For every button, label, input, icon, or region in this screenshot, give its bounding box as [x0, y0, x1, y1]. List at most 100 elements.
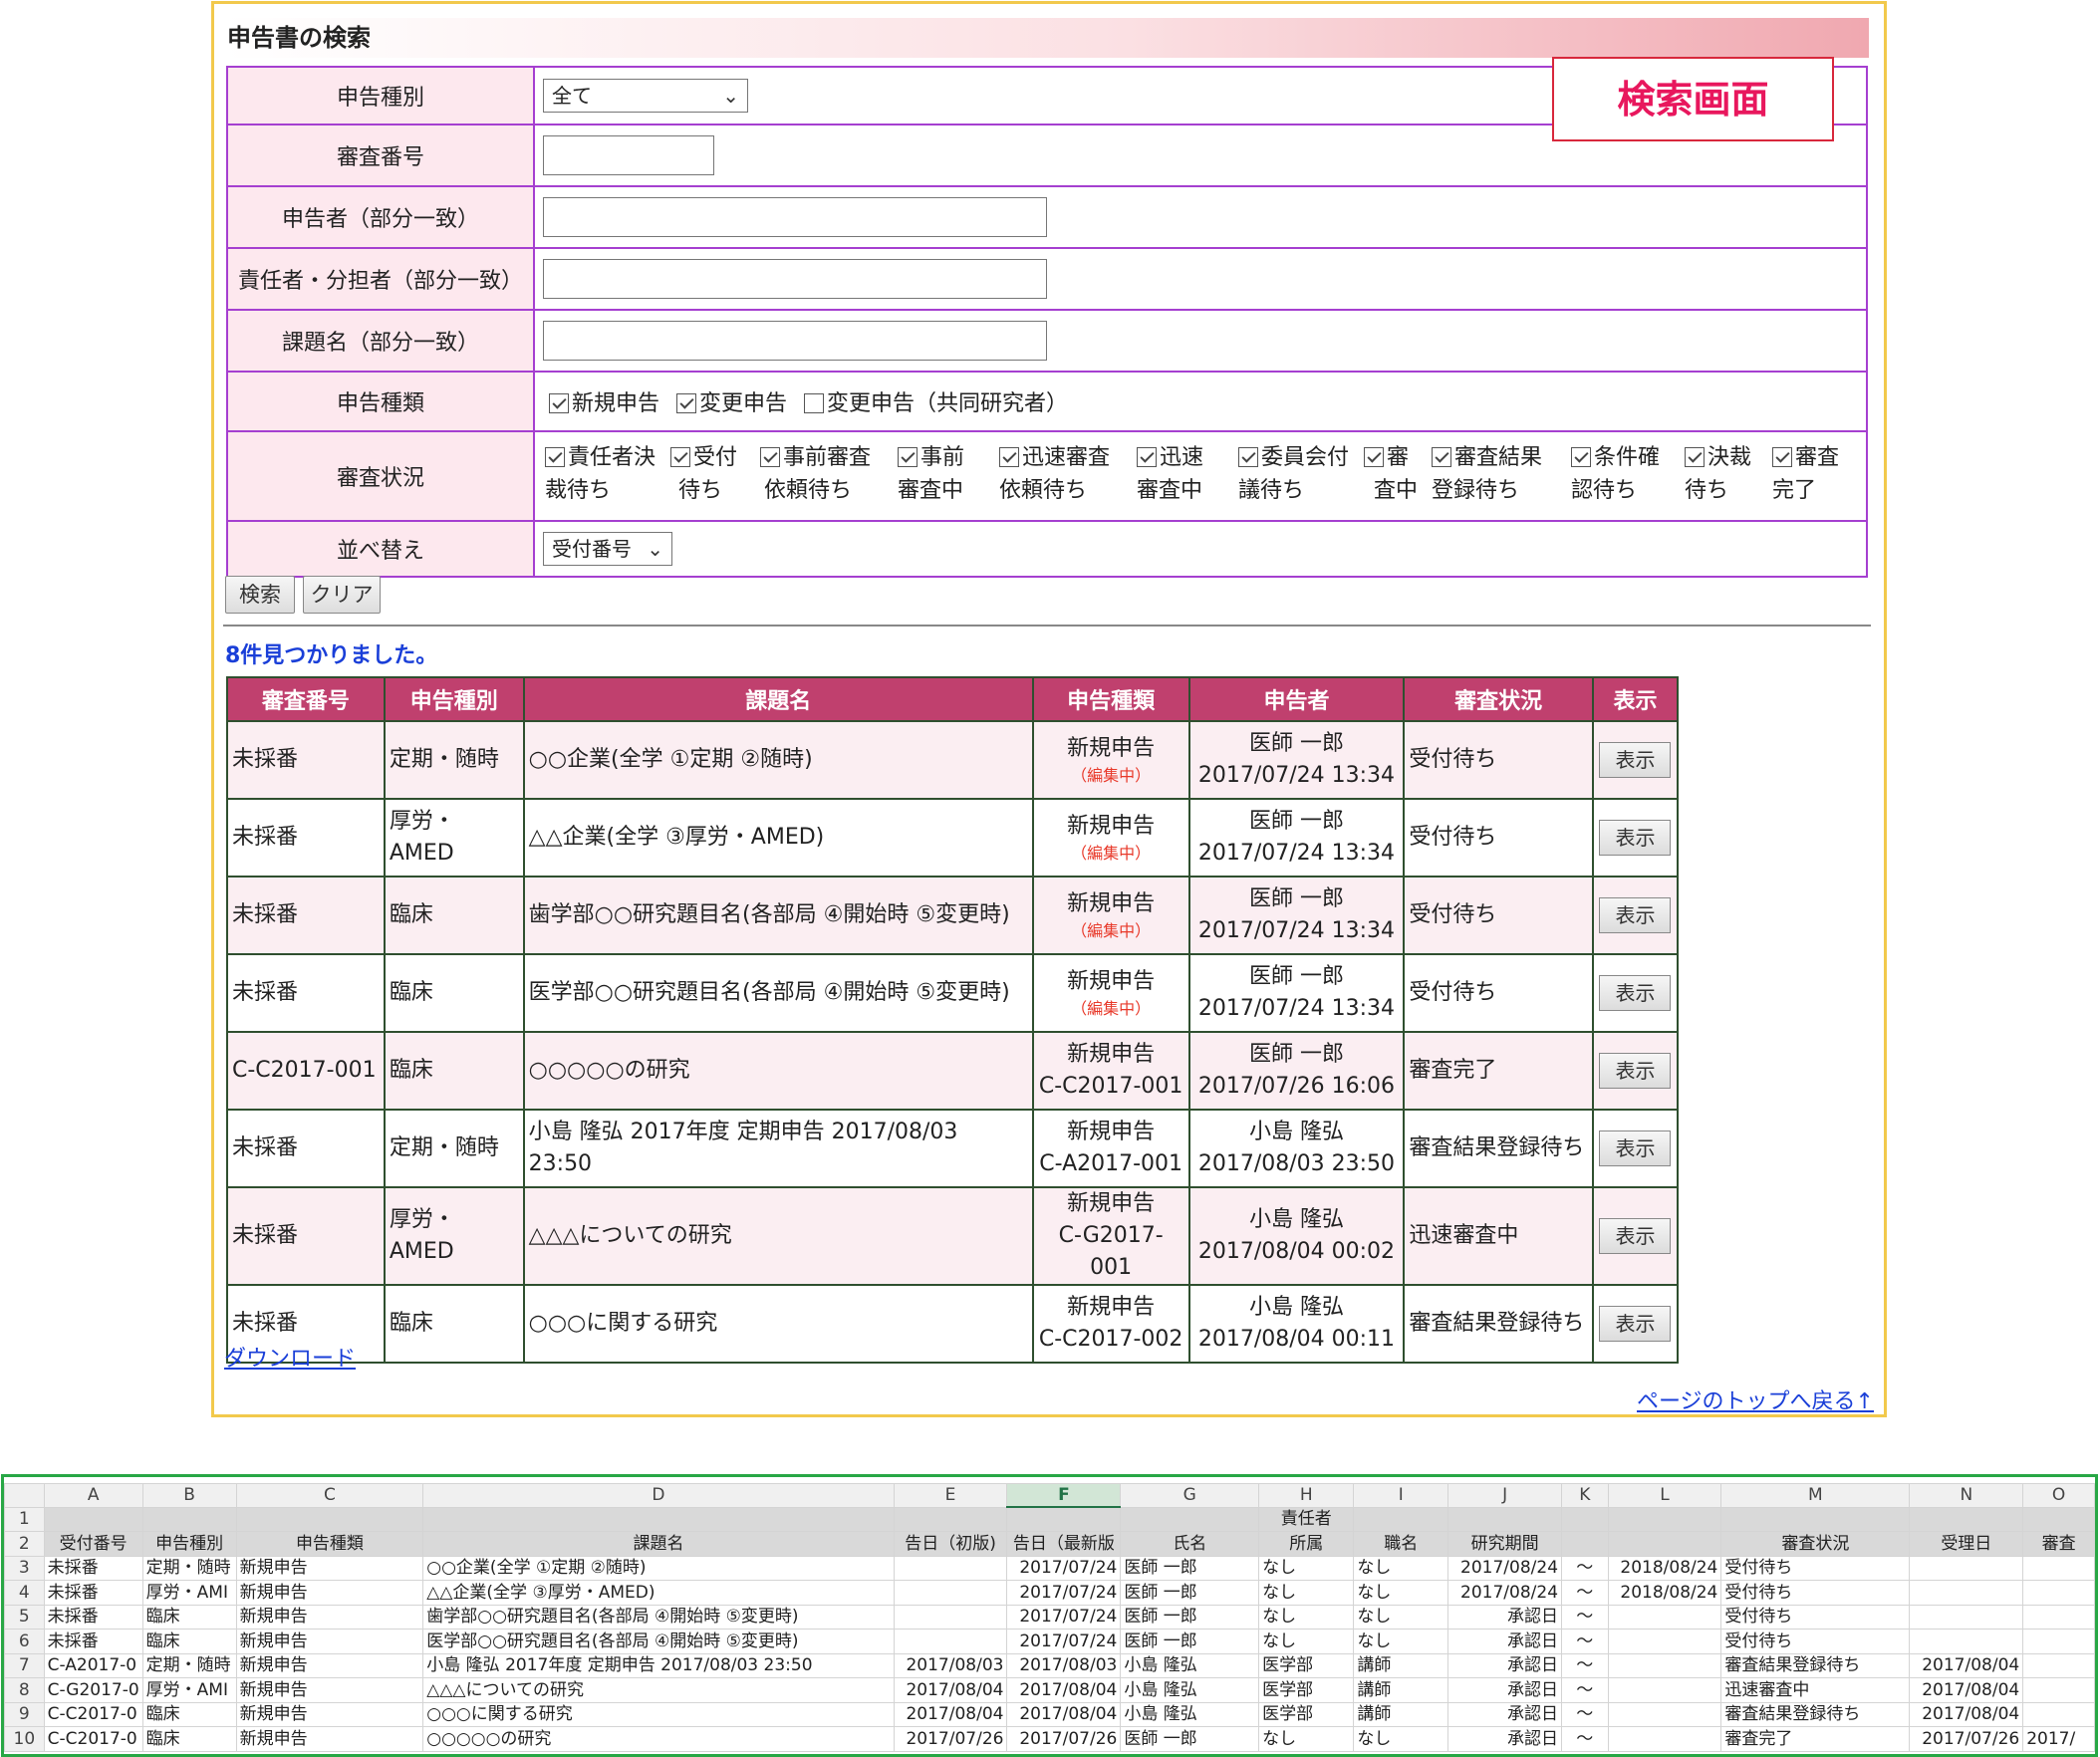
cell[interactable]: 2018/08/24	[1607, 1580, 1722, 1606]
cell[interactable]: 2017/08/04	[893, 1677, 1008, 1703]
cell[interactable]: 医学部	[1258, 1677, 1355, 1703]
status-checkbox-11[interactable]: 審査 完了	[1772, 441, 1848, 507]
cell[interactable]: なし	[1353, 1726, 1449, 1752]
cell[interactable]	[2022, 1652, 2095, 1678]
cell[interactable]: 2017/07/26	[1909, 1726, 2024, 1752]
cell[interactable]: 定期・随時	[141, 1652, 237, 1678]
cell[interactable]: 受付待ち	[1720, 1604, 1911, 1630]
status-checkbox-5[interactable]: 迅速 審査中	[1137, 441, 1236, 507]
cell[interactable]: 2017/07/26	[1006, 1726, 1122, 1752]
cell[interactable]	[1561, 1506, 1609, 1532]
status-checkbox-4[interactable]: 迅速審査 依頼待ち	[999, 441, 1135, 507]
cell[interactable]	[1909, 1555, 2024, 1581]
cell[interactable]	[43, 1506, 143, 1532]
cell[interactable]: 承認日	[1447, 1604, 1563, 1630]
header-subject[interactable]: 課題名	[522, 676, 1034, 722]
type-select[interactable]: 全て ⌄	[543, 79, 748, 113]
applicant-input[interactable]	[543, 197, 1047, 237]
cell[interactable]: なし	[1258, 1555, 1355, 1581]
cell[interactable]: 迅速審査中	[1720, 1677, 1911, 1703]
status-checkbox-8[interactable]: 審査結果 登録待ち	[1432, 441, 1569, 507]
cell[interactable]: △△企業(全学 ③厚労・AMED)	[422, 1580, 895, 1606]
cell[interactable]: ～	[1561, 1555, 1609, 1581]
row-number[interactable]: 2	[4, 1531, 45, 1557]
cell[interactable]	[1607, 1701, 1722, 1727]
cell[interactable]	[2022, 1629, 2095, 1654]
cell[interactable]	[1909, 1580, 2024, 1606]
row-number[interactable]: 8	[4, 1677, 45, 1703]
cell[interactable]: 未採番	[43, 1555, 143, 1581]
cell[interactable]: 厚労・AMI	[141, 1580, 237, 1606]
cell[interactable]: 小島 隆弘 2017年度 定期申告 2017/08/03 23:50	[422, 1652, 895, 1678]
cell[interactable]: 新規申告	[235, 1701, 424, 1727]
show-button[interactable]: 表示	[1599, 975, 1672, 1011]
page-top-link[interactable]: ページのトップへ戻る↑	[1637, 1383, 1874, 1415]
cell[interactable]: 2017/08/04	[1006, 1677, 1122, 1703]
row-number[interactable]: 7	[4, 1652, 45, 1678]
cell[interactable]: ○○○に関する研究	[422, 1701, 895, 1727]
cell[interactable]: 医学部	[1258, 1701, 1355, 1727]
column-header-I[interactable]: I	[1353, 1483, 1449, 1508]
header-cell[interactable]: 告日（最新版	[1006, 1531, 1122, 1557]
status-checkbox-0[interactable]: 責任者決 裁待ち	[545, 441, 668, 507]
download-link[interactable]: ダウンロード	[224, 1341, 356, 1373]
show-button[interactable]: 表示	[1599, 1218, 1672, 1254]
cell[interactable]: 医師 一郎	[1120, 1604, 1260, 1630]
select-all-corner[interactable]	[4, 1483, 45, 1508]
header-type[interactable]: 申告種別	[383, 676, 525, 722]
status-checkbox-3[interactable]: 事前 審査中	[898, 441, 997, 507]
cell[interactable]	[1607, 1652, 1722, 1678]
cell[interactable]: 受付待ち	[1720, 1580, 1911, 1606]
status-checkbox-10[interactable]: 決裁 待ち	[1685, 441, 1770, 507]
row-number[interactable]: 3	[4, 1555, 45, 1581]
cell[interactable]	[235, 1506, 424, 1532]
kind-new-checkbox[interactable]: 新規申告	[549, 385, 659, 417]
cell[interactable]: 医師 一郎	[1120, 1555, 1260, 1581]
cell[interactable]: 新規申告	[235, 1604, 424, 1630]
search-button[interactable]: 検索	[225, 576, 295, 614]
cell[interactable]: なし	[1353, 1629, 1449, 1654]
cell[interactable]	[2022, 1701, 2095, 1727]
cell[interactable]: なし	[1353, 1555, 1449, 1581]
cell[interactable]: 医師 一郎	[1120, 1580, 1260, 1606]
cell[interactable]: 新規申告	[235, 1652, 424, 1678]
cell[interactable]	[2022, 1604, 2095, 1630]
column-header-O[interactable]: O	[2022, 1483, 2095, 1508]
cell[interactable]: 講師	[1353, 1652, 1449, 1678]
cell[interactable]: 承認日	[1447, 1726, 1563, 1752]
header-status[interactable]: 審査状況	[1403, 676, 1594, 722]
cell[interactable]: 2017/07/24	[1006, 1555, 1122, 1581]
cell[interactable]: なし	[1258, 1604, 1355, 1630]
header-cell[interactable]: 課題名	[422, 1531, 895, 1557]
cell[interactable]	[1353, 1506, 1449, 1532]
header-kind[interactable]: 申告種類	[1031, 676, 1190, 722]
cell[interactable]	[1720, 1506, 1911, 1532]
cell[interactable]: 小島 隆弘	[1120, 1701, 1260, 1727]
cell[interactable]	[1909, 1506, 2024, 1532]
cell[interactable]: 厚労・AMI	[141, 1677, 237, 1703]
cell[interactable]	[2022, 1555, 2095, 1581]
cell[interactable]: なし	[1258, 1726, 1355, 1752]
status-checkbox-1[interactable]: 受付 待ち	[670, 441, 758, 507]
column-header-K[interactable]: K	[1561, 1483, 1609, 1508]
cell[interactable]	[1006, 1506, 1122, 1532]
kind-change-checkbox[interactable]: 変更申告	[676, 385, 787, 417]
cell[interactable]: 新規申告	[235, 1629, 424, 1654]
row-number[interactable]: 4	[4, 1580, 45, 1606]
header-cell[interactable]	[1607, 1531, 1722, 1557]
column-header-G[interactable]: G	[1120, 1483, 1260, 1508]
cell[interactable]: 未採番	[43, 1604, 143, 1630]
cell[interactable]: 新規申告	[235, 1580, 424, 1606]
header-cell[interactable]: 受付番号	[43, 1531, 143, 1557]
cell[interactable]	[2022, 1580, 2095, 1606]
column-header-C[interactable]: C	[235, 1483, 424, 1508]
cell[interactable]: 承認日	[1447, 1629, 1563, 1654]
header-cell[interactable]: 所属	[1258, 1531, 1355, 1557]
cell[interactable]	[1120, 1506, 1260, 1532]
cell[interactable]: 2017/	[2022, 1726, 2095, 1752]
cell[interactable]	[1607, 1604, 1722, 1630]
cell[interactable]: 医師 一郎	[1120, 1629, 1260, 1654]
cell[interactable]: ～	[1561, 1629, 1609, 1654]
cell[interactable]	[1447, 1506, 1563, 1532]
row-number[interactable]: 5	[4, 1604, 45, 1630]
